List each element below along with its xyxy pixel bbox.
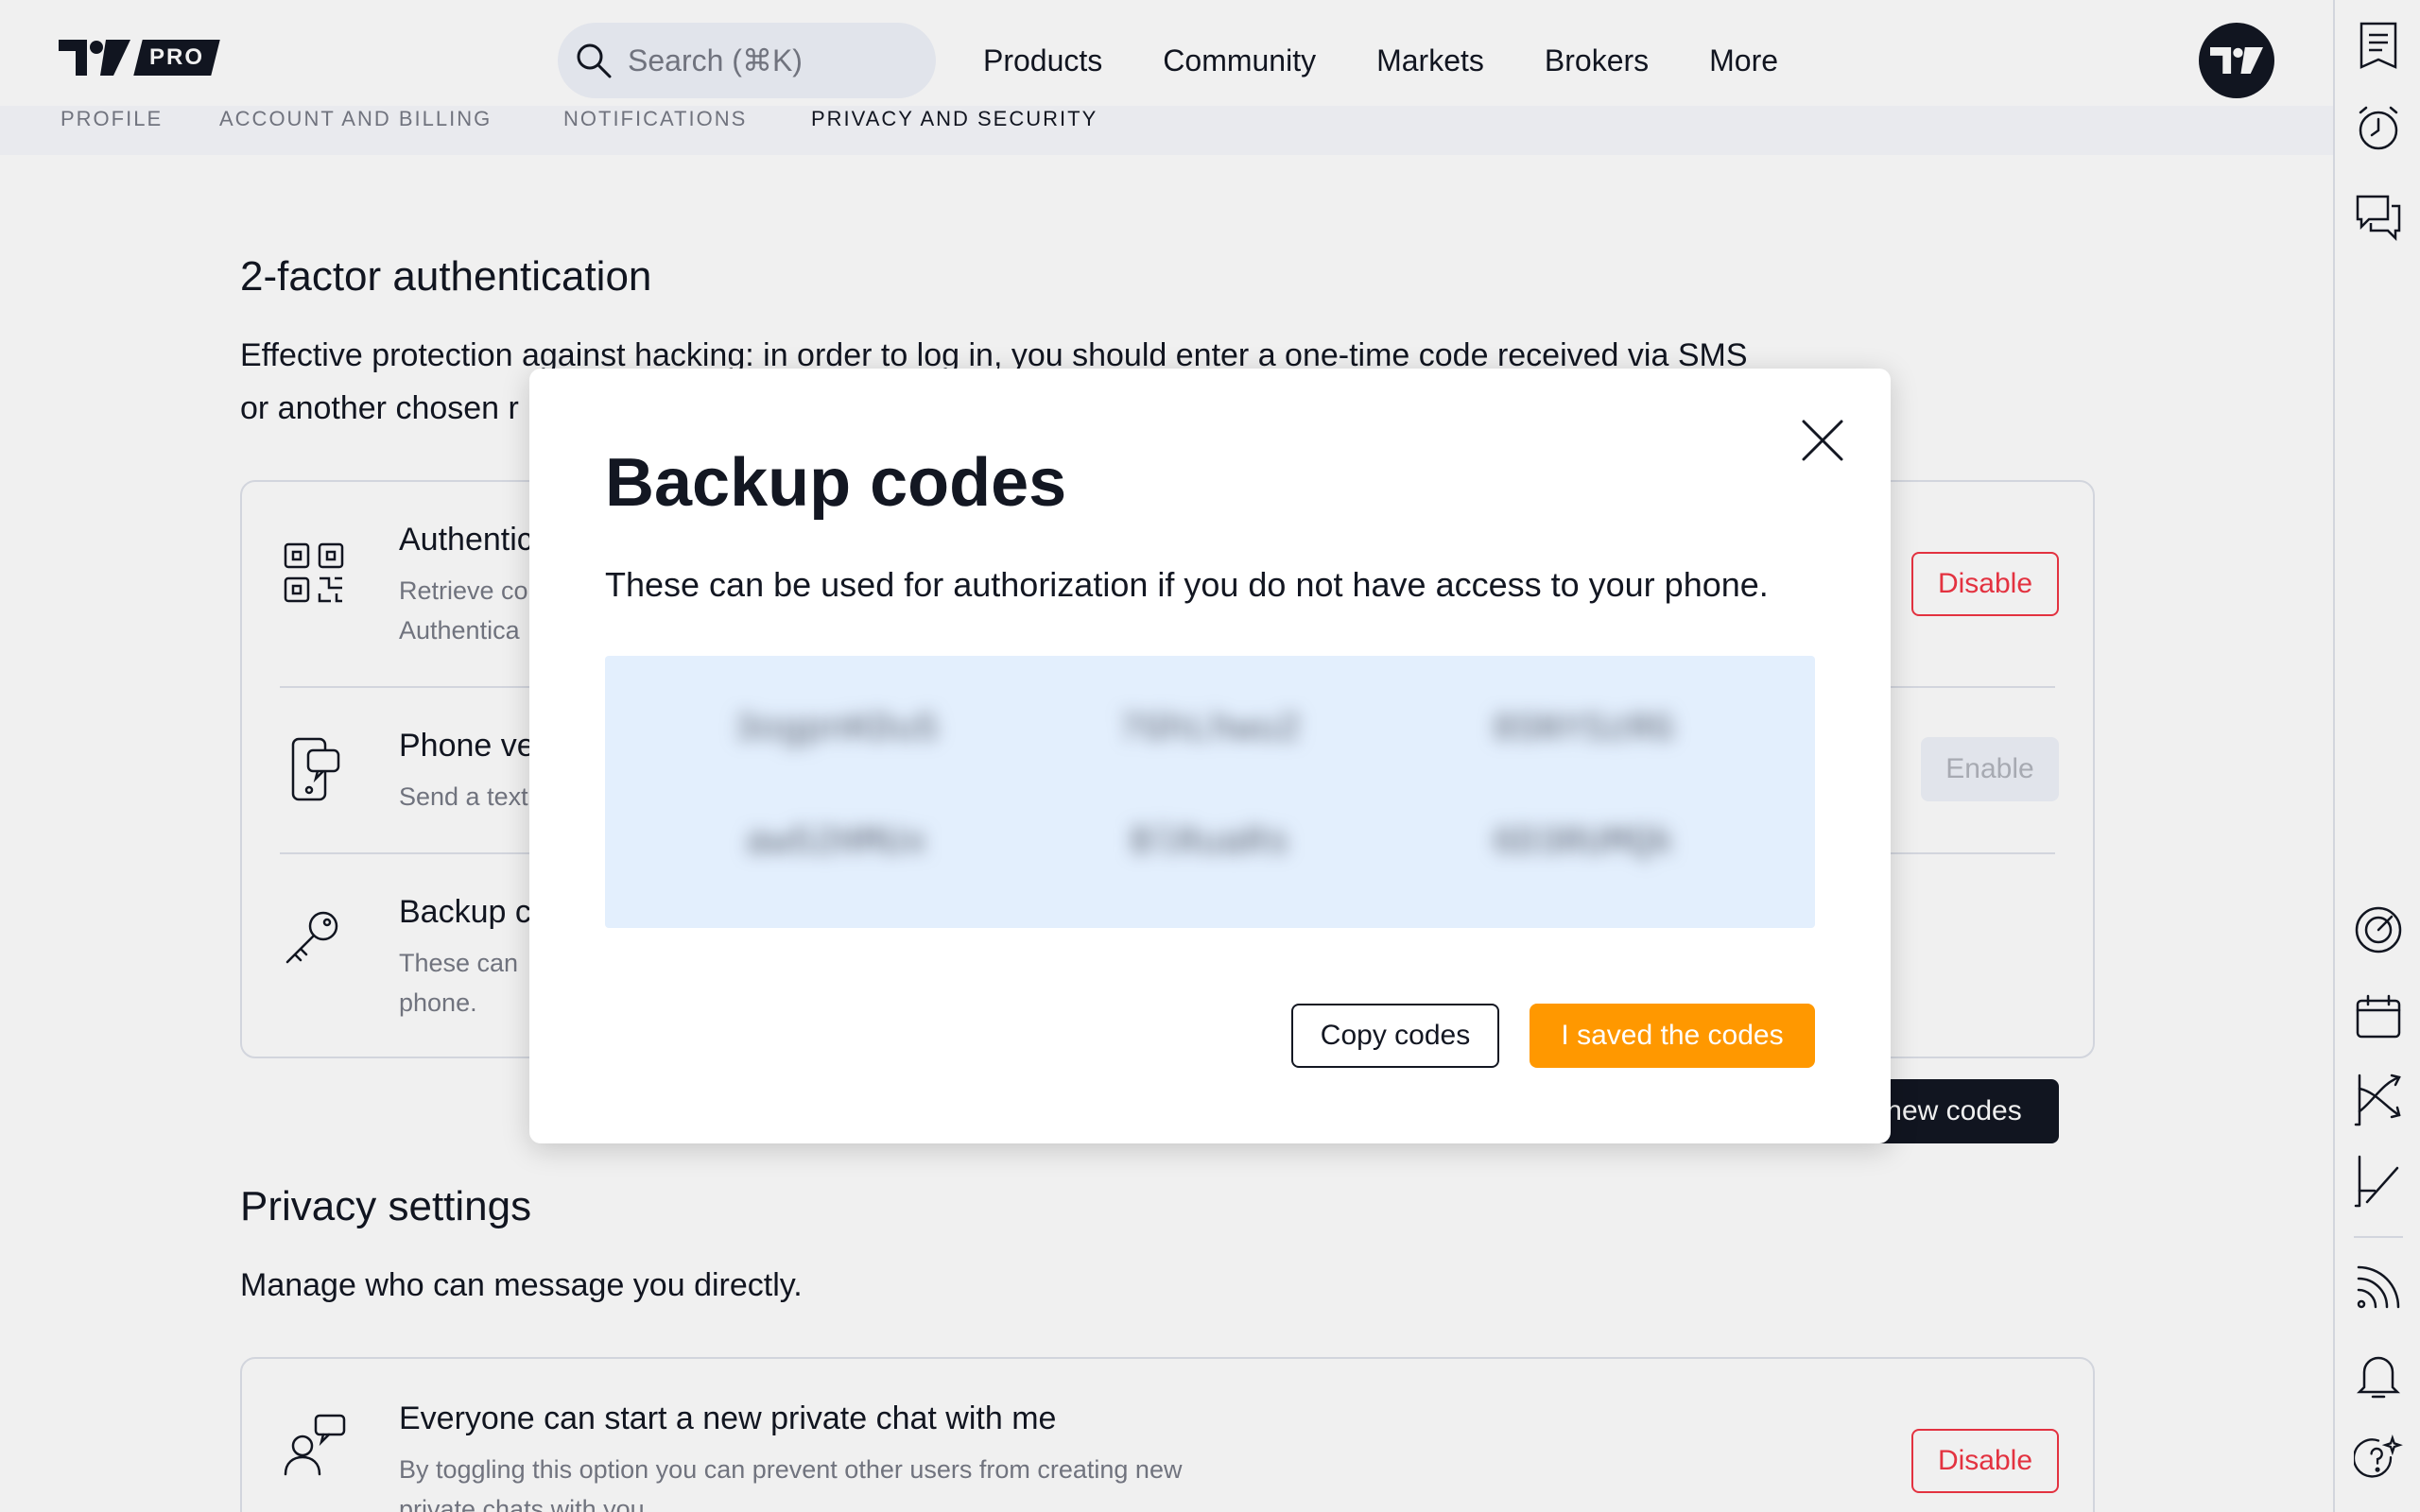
backup-code: BlRuaRs	[1130, 822, 1290, 865]
backup-codes-list: 3ogpnKDu5 7GhLhwu2 8SNYSzRG aw52HMUx BlR…	[605, 656, 1815, 928]
broadcast-icon[interactable]	[2354, 1263, 2403, 1312]
backup-code: 3ogpnKDu5	[734, 709, 940, 751]
backup-codes-desc-2: phone.	[399, 988, 477, 1017]
tab-profile[interactable]: Profile	[60, 106, 163, 132]
twofa-title: 2-factor authentication	[240, 253, 652, 300]
backup-code: aw52HMUx	[745, 822, 928, 865]
tab-privacy-and-security[interactable]: Privacy and security	[811, 106, 1098, 132]
private-chat-desc-1: By toggling this option you can prevent …	[399, 1455, 1183, 1484]
privacy-card: Everyone can start a new private chat wi…	[240, 1357, 2095, 1512]
backup-code: 7GhLhwu2	[1118, 709, 1302, 751]
user-avatar[interactable]	[2199, 23, 2274, 98]
nav-more[interactable]: More	[1709, 38, 1778, 83]
chat-icon[interactable]	[2354, 193, 2403, 242]
tradingview-avatar-icon	[2210, 47, 2263, 74]
tab-notifications[interactable]: Notifications	[563, 106, 747, 132]
chart-line-icon[interactable]	[2354, 1155, 2403, 1208]
twofa-description-2: or another chosen r	[240, 390, 519, 426]
right-toolbar	[2333, 0, 2420, 1512]
target-icon[interactable]	[2354, 905, 2403, 954]
phone-verification-desc: Send a text	[399, 782, 528, 811]
watchlist-icon[interactable]	[2354, 21, 2403, 70]
nav-products[interactable]: Products	[983, 38, 1102, 83]
qr-code-icon	[284, 542, 344, 603]
privacy-description: Manage who can message you directly.	[240, 1267, 803, 1303]
chart-cross-icon[interactable]	[2354, 1074, 2403, 1126]
tradingview-logo[interactable]: PRO	[59, 40, 220, 76]
tab-account-and-billing[interactable]: Account and billing	[219, 106, 492, 132]
nav-community[interactable]: Community	[1163, 38, 1316, 83]
nav-brokers[interactable]: Brokers	[1545, 38, 1649, 83]
dialog-description: These can be used for authorization if y…	[605, 565, 1769, 604]
close-icon[interactable]	[1794, 412, 1851, 469]
search-box[interactable]	[558, 23, 936, 98]
backup-code: 8SNYSzRG	[1492, 709, 1675, 751]
authenticator-desc-1: Retrieve co	[399, 576, 528, 605]
pro-badge: PRO	[133, 40, 220, 76]
nav-markets[interactable]: Markets	[1376, 38, 1484, 83]
search-input[interactable]	[628, 43, 911, 78]
main-nav: Products Community Markets Brokers More	[983, 38, 1778, 83]
top-header: PRO Products Community Markets Brokers M…	[0, 0, 2333, 121]
phone-verification-title: Phone ve	[399, 728, 535, 764]
backup-codes-title: Backup c	[399, 894, 531, 930]
settings-tabs: Profile Account and billing Notification…	[0, 106, 2333, 155]
backup-codes-desc-1: These can	[399, 949, 519, 977]
authenticator-title: Authentic	[399, 522, 533, 558]
user-chat-icon	[284, 1414, 346, 1476]
privacy-title: Privacy settings	[240, 1183, 532, 1229]
help-sparkle-icon[interactable]	[2354, 1435, 2403, 1484]
phone-message-icon	[291, 737, 340, 801]
search-icon	[577, 43, 612, 78]
tradingview-logo-icon	[59, 40, 130, 76]
saved-codes-button[interactable]: I saved the codes	[1530, 1004, 1815, 1068]
phone-enable-button[interactable]: Enable	[1921, 737, 2059, 801]
authenticator-desc-2: Authentica	[399, 616, 520, 644]
authenticator-disable-button[interactable]: Disable	[1911, 552, 2059, 616]
dialog-title: Backup codes	[605, 445, 1067, 521]
private-chat-title: Everyone can start a new private chat wi…	[399, 1400, 1057, 1436]
calendar-icon[interactable]	[2354, 992, 2403, 1041]
alarm-clock-icon[interactable]	[2354, 104, 2403, 153]
key-icon	[285, 911, 338, 964]
private-chat-disable-button[interactable]: Disable	[1911, 1429, 2059, 1493]
bell-icon[interactable]	[2354, 1351, 2403, 1400]
backup-code: 6D3RUMQk	[1492, 822, 1675, 865]
copy-codes-button[interactable]: Copy codes	[1291, 1004, 1499, 1068]
backup-codes-dialog: Backup codes These can be used for autho…	[529, 369, 1891, 1143]
toolbar-divider	[2354, 1236, 2403, 1238]
private-chat-desc-2: private chats with you.	[399, 1495, 652, 1512]
